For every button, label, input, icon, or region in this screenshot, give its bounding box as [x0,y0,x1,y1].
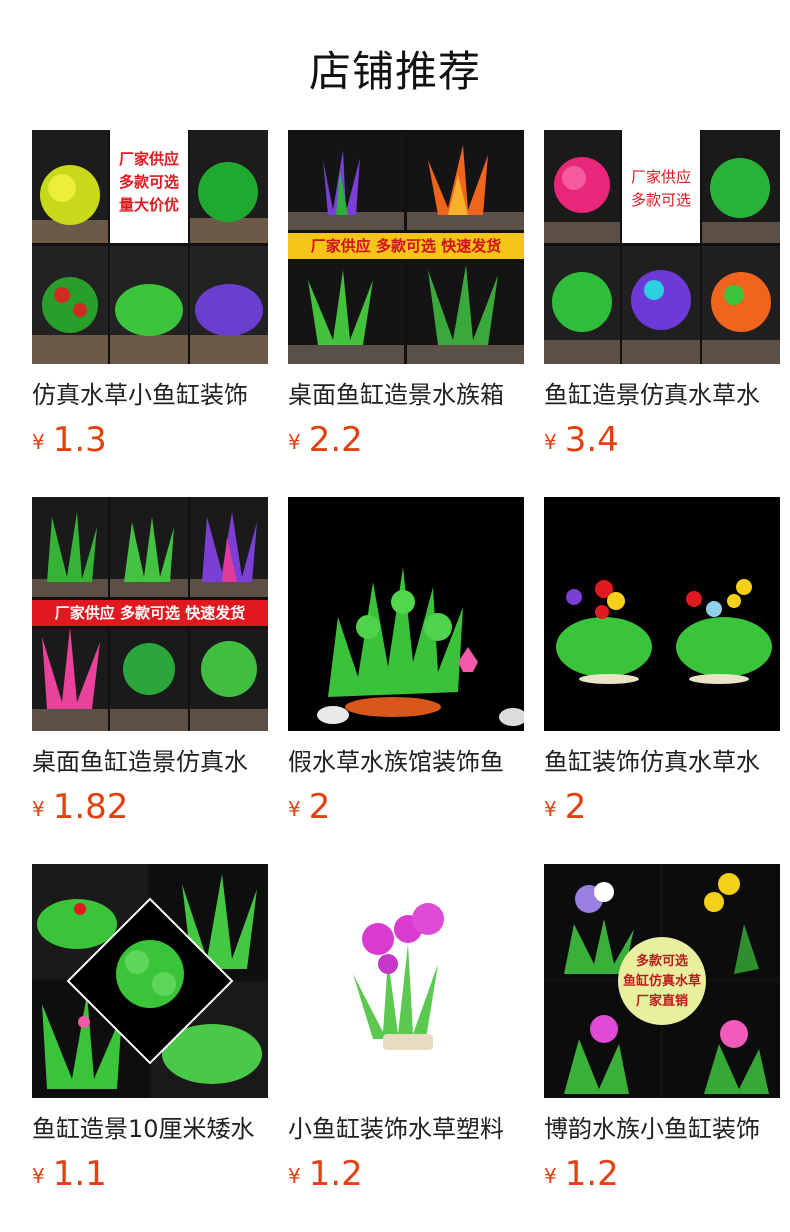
currency-symbol: ¥ [32,1164,45,1188]
product-name[interactable]: 鱼缸造景10厘米矮水 [32,1114,268,1144]
currency-symbol: ¥ [32,797,45,821]
product-price: ¥1.82 [32,787,129,827]
promo-badge: 厂家供应 多款可选 量大价优 [118,150,179,214]
product-name[interactable]: 小鱼缸装饰水草塑料 [288,1114,524,1144]
product-name[interactable]: 博韵水族小鱼缸装饰 [544,1114,780,1144]
product-card[interactable]: 多款可选 鱼缸仿真水草 厂家直销 博韵水族小鱼缸装饰 ¥1.2 [544,864,780,1200]
currency-symbol: ¥ [288,430,301,454]
product-name[interactable]: 假水草水族馆装饰鱼 [288,747,524,777]
product-card[interactable]: 厂家供应 多款可选 量大价优 仿真水草小鱼缸装饰 ¥1.3 [32,130,268,466]
currency-symbol: ¥ [544,1164,557,1188]
product-card[interactable]: 厂家供应 多款可选 快速发货 桌面鱼缸造景仿真水 ¥1.82 [32,497,268,833]
product-price: ¥1.2 [288,1154,363,1194]
product-image[interactable] [288,497,524,731]
product-name[interactable]: 仿真水草小鱼缸装饰 [32,380,268,410]
product-price: ¥2.2 [288,420,363,460]
product-image[interactable]: 多款可选 鱼缸仿真水草 厂家直销 [544,864,780,1098]
product-image[interactable]: 厂家供应 多款可选 [544,130,780,364]
product-image[interactable] [288,864,524,1098]
product-name[interactable]: 鱼缸装饰仿真水草水 [544,747,780,777]
product-card[interactable]: 小鱼缸装饰水草塑料 ¥1.2 [288,864,524,1200]
currency-symbol: ¥ [544,797,557,821]
product-price: ¥1.2 [544,1154,619,1194]
promo-badge: 厂家供应 多款可选 [630,168,691,209]
product-image[interactable]: 厂家供应 多款可选 量大价优 [32,130,268,364]
product-price: ¥2 [288,787,331,827]
product-card[interactable]: 鱼缸装饰仿真水草水 ¥2 [544,497,780,833]
product-card[interactable]: 鱼缸造景10厘米矮水 ¥1.1 [32,864,268,1200]
product-price: ¥1.1 [32,1154,107,1194]
product-name[interactable]: 桌面鱼缸造景仿真水 [32,747,268,777]
currency-symbol: ¥ [32,430,45,454]
currency-symbol: ¥ [288,1164,301,1188]
product-image[interactable]: 厂家供应 多款可选 快速发货 [288,130,524,364]
currency-symbol: ¥ [544,430,557,454]
product-card[interactable]: 假水草水族馆装饰鱼 ¥2 [288,497,524,833]
product-image[interactable] [32,864,268,1098]
product-price: ¥3.4 [544,420,619,460]
page-title: 店铺推荐 [308,47,481,96]
product-image[interactable] [544,497,780,731]
product-card[interactable]: 厂家供应 多款可选 鱼缸造景仿真水草水 ¥3.4 [544,130,780,466]
product-card[interactable]: 厂家供应 多款可选 快速发货 桌面鱼缸造景水族箱 ¥2.2 [288,130,524,466]
product-image[interactable]: 厂家供应 多款可选 快速发货 [32,497,268,731]
promo-banner: 厂家供应 多款可选 快速发货 [54,604,246,622]
currency-symbol: ¥ [288,797,301,821]
promo-banner: 厂家供应 多款可选 快速发货 [310,237,502,255]
promo-badge: 多款可选 鱼缸仿真水草 厂家直销 [622,954,701,1009]
product-price: ¥1.3 [32,420,107,460]
product-name[interactable]: 鱼缸造景仿真水草水 [544,380,780,410]
product-name[interactable]: 桌面鱼缸造景水族箱 [288,380,524,410]
product-price: ¥2 [544,787,587,827]
